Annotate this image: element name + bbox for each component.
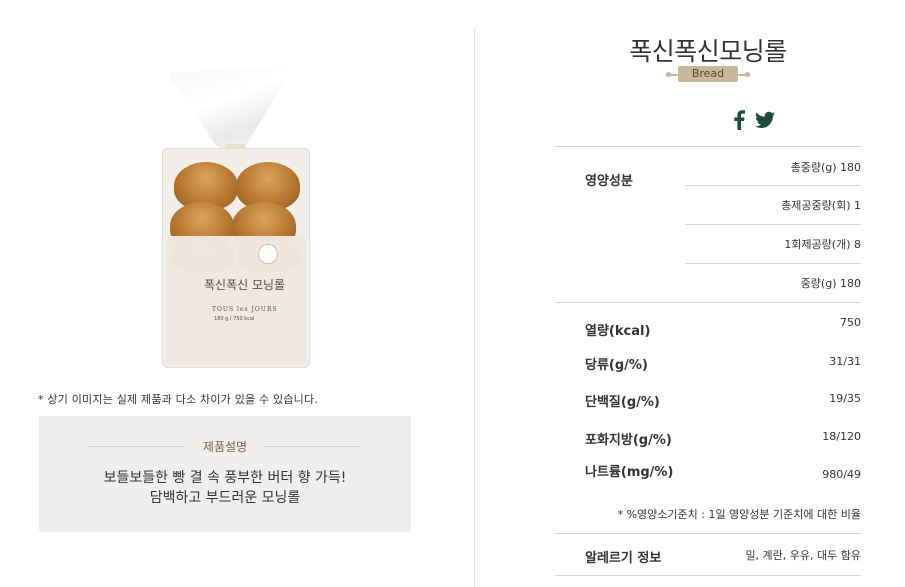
nutrient-label: 포화지방(g/%) <box>585 433 672 448</box>
category-badge: Bread <box>678 66 738 82</box>
package-label <box>166 236 306 364</box>
product-image-column: 폭신폭신 모닝롤 TOUS les JOURS 180 g / 750 kcal… <box>0 0 474 587</box>
nutrition-footnote: * %영양소기준치 : 1일 영양성분 기준치에 대한 비율 <box>617 508 861 521</box>
twitter-icon[interactable] <box>755 110 775 130</box>
total-weight-value: 총중량(g) 180 <box>790 161 861 174</box>
nutrition-section-label: 영양성분 <box>585 174 633 189</box>
facebook-icon[interactable] <box>733 110 745 130</box>
package-brand: TOUS les JOURS <box>212 306 278 313</box>
category-tag: Bread <box>666 66 750 84</box>
nutrient-label: 나트륨(mg/%) <box>585 465 674 480</box>
ornament-left <box>666 72 678 77</box>
ornament-right <box>738 72 750 77</box>
smile-face-icon <box>258 244 278 264</box>
nutrient-label: 당류(g/%) <box>585 358 648 373</box>
divider-line <box>265 446 361 447</box>
description-text: 보들보들한 빵 결 속 풍부한 버터 향 가득! 담백하고 부드러운 모닝롤 <box>39 468 411 508</box>
description-line-2: 담백하고 부드러운 모닝롤 <box>149 490 301 506</box>
product-description-box: 제품설명 보들보들한 빵 결 속 풍부한 버터 향 가득! 담백하고 부드러운 … <box>39 416 411 532</box>
bag-top <box>168 66 294 152</box>
table-bottom-border <box>555 575 861 576</box>
servings-value: 총제공중량(회) 1 <box>781 199 861 212</box>
nutrient-value: 980/49 <box>822 468 861 481</box>
section-divider <box>555 302 861 303</box>
allergy-label: 알레르기 정보 <box>585 551 662 566</box>
allergy-value: 밀, 계란, 우유, 대두 함유 <box>745 549 861 562</box>
description-heading: 제품설명 <box>89 438 361 454</box>
nutrient-label: 열량(kcal) <box>585 324 651 339</box>
section-divider <box>555 533 861 534</box>
product-title: 폭신폭신모닝롤 <box>629 37 787 66</box>
row-divider <box>685 224 861 225</box>
package-product-name: 폭신폭신 모닝롤 <box>204 278 286 292</box>
row-divider <box>685 263 861 264</box>
nutrient-value: 750 <box>840 316 861 329</box>
image-disclaimer: * 상기 이미지는 실제 제품과 다소 차이가 있을 수 있습니다. <box>38 393 319 406</box>
nutrient-value: 19/35 <box>829 392 861 405</box>
table-top-border <box>555 146 861 147</box>
product-image: 폭신폭신 모닝롤 TOUS les JOURS 180 g / 750 kcal <box>160 66 312 370</box>
column-divider <box>474 28 475 587</box>
serving-size-value: 1회제공량(개) 8 <box>784 238 861 251</box>
nutrient-value: 18/120 <box>822 430 861 443</box>
package-weight: 180 g / 750 kcal <box>214 316 255 322</box>
nutrient-value: 31/31 <box>829 355 861 368</box>
weight-value: 중량(g) 180 <box>800 277 861 290</box>
nutrient-label: 단백질(g/%) <box>585 395 660 410</box>
row-divider <box>685 185 861 186</box>
description-line-1: 보들보들한 빵 결 속 풍부한 버터 향 가득! <box>103 470 347 486</box>
